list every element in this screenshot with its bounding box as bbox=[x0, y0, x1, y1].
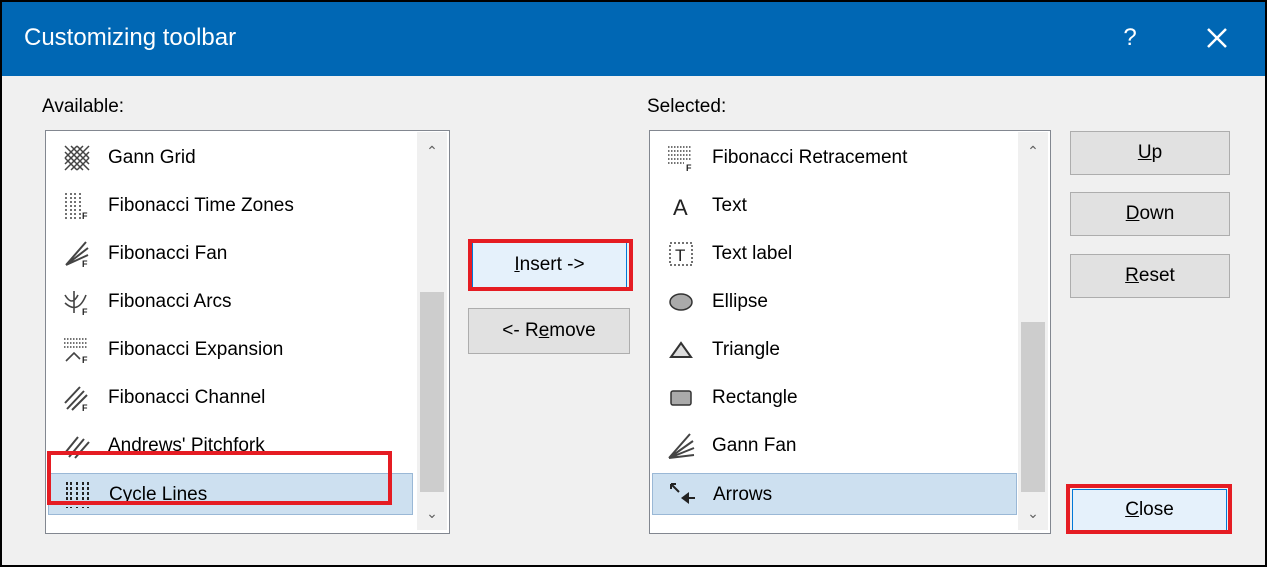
svg-text:A: A bbox=[673, 195, 688, 220]
selected-label: Selected: bbox=[647, 96, 727, 117]
selected-item-label: Rectangle bbox=[712, 387, 798, 408]
fibonacci-expansion-icon: F bbox=[62, 335, 92, 365]
selected-item[interactable]: Rectangle bbox=[652, 377, 1017, 419]
available-item[interactable]: F Fibonacci Fan bbox=[48, 233, 413, 275]
svg-text:F: F bbox=[686, 163, 692, 173]
rectangle-icon bbox=[666, 383, 696, 413]
selected-item-label: Gann Fan bbox=[712, 435, 797, 456]
fibonacci-arcs-icon: F bbox=[62, 287, 92, 317]
highlight-insert bbox=[468, 239, 633, 291]
window-title: Customizing toolbar bbox=[24, 24, 237, 51]
available-item[interactable]: F Fibonacci Time Zones bbox=[48, 185, 413, 227]
up-label-post: p bbox=[1151, 142, 1163, 163]
down-button[interactable]: Down bbox=[1070, 192, 1230, 236]
selected-item-label: Ellipse bbox=[712, 291, 768, 312]
arrows-icon bbox=[667, 480, 697, 510]
available-item[interactable]: F Fibonacci Channel bbox=[48, 377, 413, 419]
selected-item[interactable]: Gann Fan bbox=[652, 425, 1017, 467]
help-button[interactable]: ? bbox=[1112, 16, 1148, 60]
fibonacci-fan-icon: F bbox=[62, 239, 92, 269]
selected-item-label: Arrows bbox=[713, 484, 773, 505]
available-item[interactable]: F Fibonacci Expansion bbox=[48, 329, 413, 371]
available-item-label: Gann Grid bbox=[108, 147, 196, 168]
available-item-label: Fibonacci Expansion bbox=[108, 339, 284, 360]
down-label-key: D bbox=[1125, 203, 1140, 224]
highlight-close bbox=[1066, 484, 1232, 534]
available-label: Available: bbox=[42, 96, 125, 117]
svg-text:F: F bbox=[82, 211, 88, 221]
available-item-label: Fibonacci Time Zones bbox=[108, 195, 294, 216]
remove-label-key: e bbox=[538, 320, 550, 341]
remove-label-post: move bbox=[549, 320, 596, 341]
selected-item[interactable]: Arrows bbox=[652, 473, 1017, 515]
triangle-icon bbox=[666, 335, 696, 365]
scroll-down-arrow[interactable]: ⌄ bbox=[417, 498, 447, 528]
selected-item-label: Triangle bbox=[712, 339, 780, 360]
svg-text:F: F bbox=[82, 259, 88, 269]
selected-item[interactable]: F Fibonacci Retracement bbox=[652, 137, 1017, 179]
text-label-icon: T bbox=[666, 239, 696, 269]
available-item-label: Fibonacci Arcs bbox=[108, 291, 232, 312]
available-item-label: Fibonacci Fan bbox=[108, 243, 228, 264]
fibonacci-time-zones-icon: F bbox=[62, 191, 92, 221]
remove-button[interactable]: <- Remove bbox=[468, 308, 630, 354]
selected-item[interactable]: Ellipse bbox=[652, 281, 1017, 323]
up-button[interactable]: Up bbox=[1070, 131, 1230, 175]
close-icon[interactable] bbox=[1195, 16, 1239, 60]
gann-grid-icon bbox=[62, 143, 92, 173]
selected-item[interactable]: Triangle bbox=[652, 329, 1017, 371]
remove-label-pre: <- R bbox=[502, 320, 539, 341]
scroll-thumb[interactable] bbox=[420, 292, 444, 492]
selected-item[interactable]: T Text label bbox=[652, 233, 1017, 275]
svg-text:T: T bbox=[675, 246, 685, 265]
customizing-toolbar-dialog: Customizing toolbar ? Available: Gann Gr… bbox=[0, 0, 1267, 567]
ellipse-icon bbox=[666, 287, 696, 317]
up-label-key: U bbox=[1137, 142, 1152, 163]
highlight-cycle-lines bbox=[47, 451, 392, 505]
selected-item-label: Text label bbox=[712, 243, 793, 264]
text-icon: A bbox=[666, 191, 696, 221]
available-item[interactable]: Gann Grid bbox=[48, 137, 413, 179]
svg-text:F: F bbox=[82, 355, 88, 365]
selected-scrollbar[interactable]: ⌃ ⌄ bbox=[1018, 132, 1048, 530]
scroll-thumb[interactable] bbox=[1021, 322, 1045, 492]
selected-listbox[interactable]: F Fibonacci Retracement A Text T Text label El… bbox=[649, 130, 1051, 534]
selected-item-label: Fibonacci Retracement bbox=[712, 147, 908, 168]
available-item[interactable]: F Fibonacci Arcs bbox=[48, 281, 413, 323]
fibonacci-channel-icon: F bbox=[62, 383, 92, 413]
gann-fan-icon bbox=[666, 431, 696, 461]
reset-label-post: eset bbox=[1138, 265, 1175, 286]
reset-button[interactable]: Reset bbox=[1070, 254, 1230, 298]
svg-text:F: F bbox=[82, 307, 88, 317]
selected-item[interactable]: A Text bbox=[652, 185, 1017, 227]
fibonacci-retracement-icon: F bbox=[666, 143, 696, 173]
scroll-down-arrow[interactable]: ⌄ bbox=[1018, 498, 1048, 528]
svg-text:F: F bbox=[82, 403, 88, 413]
reset-label-key: R bbox=[1125, 265, 1139, 286]
title-bar: Customizing toolbar ? bbox=[2, 2, 1265, 76]
selected-item-label: Text bbox=[712, 195, 747, 216]
down-label-post: own bbox=[1139, 203, 1175, 224]
available-item-label: Fibonacci Channel bbox=[108, 387, 266, 408]
available-scrollbar[interactable]: ⌃ ⌄ bbox=[417, 132, 447, 530]
scroll-up-arrow[interactable]: ⌃ bbox=[417, 136, 447, 166]
scroll-up-arrow[interactable]: ⌃ bbox=[1018, 136, 1048, 166]
